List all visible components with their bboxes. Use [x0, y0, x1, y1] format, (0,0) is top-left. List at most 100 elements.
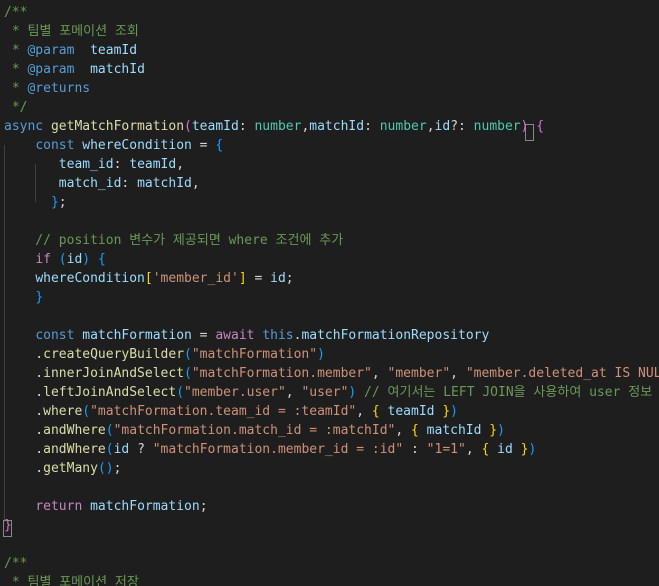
- code-token: (: [184, 366, 192, 381]
- code-token: .: [4, 442, 44, 457]
- code-token: ,: [191, 176, 200, 191]
- code-token: this: [262, 328, 294, 343]
- code-token: ,: [356, 404, 372, 419]
- code-line[interactable]: * 팀별 포메이션 조회: [4, 22, 139, 41]
- code-token: .: [4, 366, 44, 381]
- code-token: =: [191, 328, 216, 343]
- code-token: (: [105, 442, 114, 457]
- code-line[interactable]: };: [4, 193, 67, 212]
- code-token: }: [489, 423, 498, 438]
- code-token: .: [4, 423, 44, 438]
- code-line[interactable]: .createQueryBuilder("matchFormation"): [4, 345, 325, 364]
- code-token: andWhere: [43, 442, 106, 457]
- code-token: number: [473, 119, 521, 134]
- code-token: "matchFormation": [191, 347, 318, 362]
- code-token: return: [35, 499, 91, 514]
- code-token: {: [411, 423, 419, 438]
- code-token: {: [215, 138, 224, 153]
- code-token: "1=1": [426, 442, 466, 457]
- code-line[interactable]: .leftJoinAndSelect("member.user", "user"…: [4, 383, 652, 402]
- code-line[interactable]: * @returns: [4, 79, 90, 98]
- code-token: 'member_id': [152, 271, 239, 286]
- code-line[interactable]: .getMany();: [4, 459, 121, 478]
- code-token: {: [536, 119, 545, 134]
- code-line[interactable]: const matchFormation = await this.matchF…: [4, 326, 489, 345]
- code-token: id: [270, 271, 286, 286]
- code-line[interactable]: * @param teamId: [4, 41, 137, 60]
- code-editor[interactable]: /** * 팀별 포메이션 조회 * @param teamId * @para…: [0, 0, 659, 586]
- code-line[interactable]: * 팀별 포메이션 저장: [4, 573, 139, 586]
- code-line[interactable]: /**: [4, 3, 27, 22]
- code-token: getMatchFormation: [50, 119, 185, 134]
- code-line[interactable]: /**: [4, 554, 27, 573]
- code-line[interactable]: whereCondition['member_id'] = id;: [4, 269, 294, 288]
- code-line[interactable]: .where("matchFormation.team_id = :teamId…: [4, 402, 458, 421]
- code-line[interactable]: }: [4, 288, 43, 307]
- code-token: if: [35, 252, 59, 267]
- code-token: id: [66, 252, 83, 267]
- code-token: // 여기서는 LEFT JOIN을 사용하여 user 정보: [356, 385, 653, 400]
- code-token: "matchFormation.match_id = :matchId": [113, 423, 396, 438]
- code-line[interactable]: match_id: matchId,: [4, 174, 200, 193]
- code-line[interactable]: */: [4, 98, 28, 117]
- code-token: ;: [113, 461, 122, 476]
- code-token: teamId: [90, 43, 138, 58]
- code-line[interactable]: // position 변수가 제공되면 where 조건에 추가: [4, 231, 343, 250]
- code-token: ?: [129, 442, 153, 457]
- code-token: ): [450, 404, 458, 419]
- code-line[interactable]: .andWhere(id ? "matchFormation.member_id…: [4, 440, 536, 459]
- code-token: getMany: [43, 461, 98, 476]
- code-line[interactable]: .andWhere("matchFormation.match_id = :ma…: [4, 421, 505, 440]
- code-token: /**: [4, 556, 28, 571]
- code-token: .: [4, 385, 44, 400]
- code-token: ]: [238, 271, 247, 286]
- code-token: */: [4, 100, 28, 115]
- code-token: number: [379, 119, 427, 134]
- code-token: (: [176, 385, 185, 400]
- code-line[interactable]: if (id) {: [4, 250, 105, 269]
- code-token: @param: [27, 43, 75, 58]
- code-token: ;: [58, 195, 67, 210]
- code-token: createQueryBuilder: [43, 347, 185, 362]
- code-token: *: [4, 43, 28, 58]
- code-token: ?:: [450, 119, 474, 134]
- code-token: ): [528, 442, 537, 457]
- code-token: matchId: [90, 62, 145, 77]
- code-token: @param: [27, 62, 75, 77]
- code-token: :: [364, 119, 380, 134]
- code-token: "matchFormation.team_id = :teamId": [90, 404, 357, 419]
- code-token: *: [4, 81, 28, 96]
- code-token: matchFormation: [82, 328, 192, 343]
- code-token: (: [97, 461, 106, 476]
- code-token: andWhere: [43, 423, 106, 438]
- code-token: "user": [301, 385, 349, 400]
- code-line[interactable]: const whereCondition = {: [4, 136, 223, 155]
- code-token: ;: [285, 271, 294, 286]
- code-token: :: [403, 442, 427, 457]
- code-token: matchId: [309, 119, 365, 134]
- code-line[interactable]: }: [4, 516, 12, 535]
- code-token: "member.deleted_at IS NULL": [465, 366, 659, 381]
- code-token: // position 변수가 제공되면 where 조건에 추가: [4, 233, 344, 248]
- code-token: ): [82, 252, 91, 267]
- code-token: :: [113, 157, 130, 172]
- code-line[interactable]: * @param matchId: [4, 60, 145, 79]
- code-token: ): [317, 347, 325, 362]
- code-token: team_id: [58, 157, 114, 172]
- code-line[interactable]: return matchFormation;: [4, 497, 207, 516]
- code-token: "member.user": [184, 385, 286, 400]
- code-line[interactable]: .innerJoinAndSelect("matchFormation.memb…: [4, 364, 659, 383]
- code-line[interactable]: team_id: teamId,: [4, 155, 184, 174]
- code-line[interactable]: async getMatchFormation(teamId: number, m…: [4, 117, 544, 136]
- code-token: }: [4, 518, 12, 533]
- code-token: id: [113, 442, 130, 457]
